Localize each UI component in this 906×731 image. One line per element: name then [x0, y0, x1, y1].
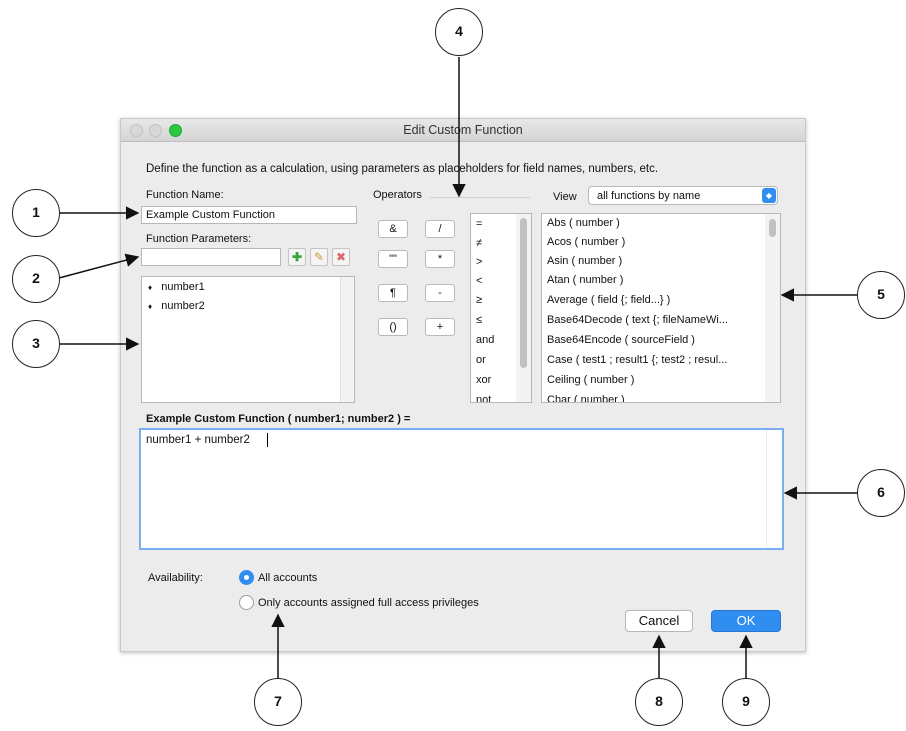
callout-arrows [58, 57, 857, 678]
callout-3: 3 [12, 320, 60, 368]
callout-1: 1 [12, 189, 60, 237]
callout-6: 6 [857, 469, 905, 517]
callout-4: 4 [435, 8, 483, 56]
callout-8: 8 [635, 678, 683, 726]
callout-5: 5 [857, 271, 905, 319]
callout-7: 7 [254, 678, 302, 726]
callout-2: 2 [12, 255, 60, 303]
arrow-2 [58, 253, 140, 279]
callout-9: 9 [722, 678, 770, 726]
